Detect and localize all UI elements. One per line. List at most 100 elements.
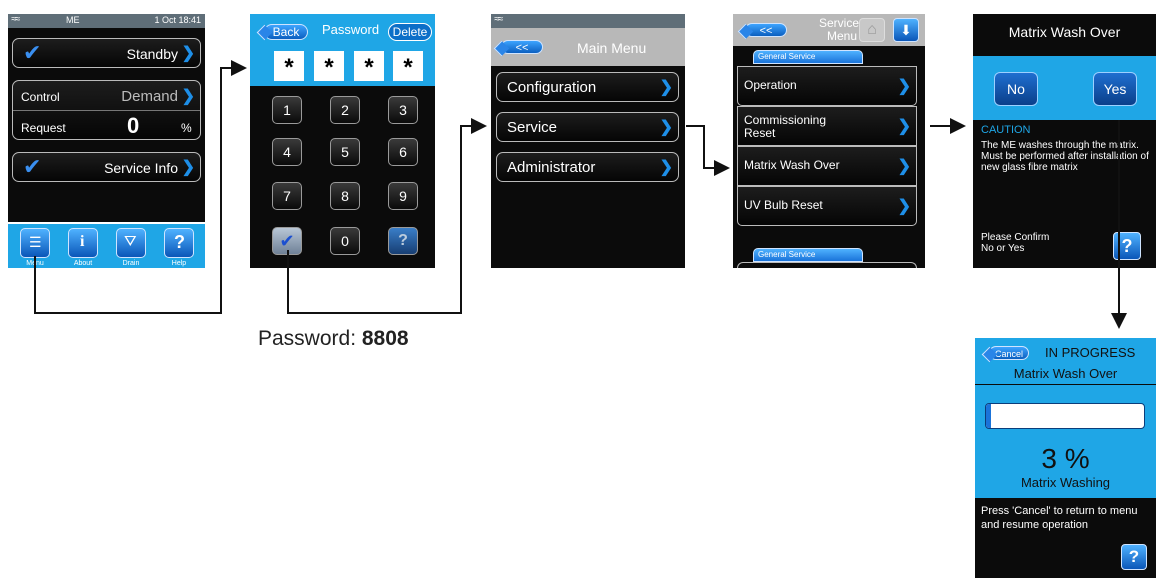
chevron-right-icon: ❯ <box>181 159 195 176</box>
menu-item-administrator[interactable]: Administrator ❯ <box>496 152 679 182</box>
checkmark-icon: ✔ <box>23 154 42 179</box>
confirm-title: Matrix Wash Over <box>1008 24 1121 40</box>
scroll-down-icon[interactable]: ⬇ <box>893 18 919 42</box>
progress-bar-fill <box>986 404 991 428</box>
progress-hint: Press 'Cancel' to return to menu and res… <box>981 505 1138 531</box>
home-body: ✔ Standby ❯ Control Demand ❯ Request 0 %… <box>8 28 205 222</box>
section-tab-general-service: General Service <box>753 50 863 64</box>
standby-label: Standby <box>126 46 178 62</box>
confirm-key[interactable]: ✔ <box>272 227 302 255</box>
control-request-panel: Control Demand ❯ Request 0 % <box>12 80 201 140</box>
key-7[interactable]: 7 <box>272 182 302 210</box>
menu-item-configuration[interactable]: Configuration ❯ <box>496 72 679 102</box>
delete-button[interactable]: Delete <box>388 23 432 41</box>
back-button[interactable]: << <box>501 40 543 54</box>
confirm-buttons-panel: No Yes <box>973 56 1156 120</box>
brand-logo-icon: ≈≈ <box>494 14 503 25</box>
main-menu-screen: ≈≈ << Main Menu Configuration ❯ Service … <box>491 14 685 268</box>
progress-title: Matrix Wash Over <box>1013 366 1118 381</box>
key-0[interactable]: 0 <box>330 227 360 255</box>
footer-label-menu: Menu <box>26 260 44 267</box>
password-caption-label: Password: <box>258 327 362 350</box>
home-icon[interactable]: ⌂ <box>859 18 885 42</box>
key-3[interactable]: 3 <box>388 96 418 124</box>
chevron-right-icon: ❯ <box>181 87 195 105</box>
caution-title: CAUTION <box>981 124 1031 136</box>
service-item-matrix-wash-over[interactable]: Matrix Wash Over ❯ <box>737 146 917 186</box>
service-title-line1: Service <box>819 16 860 30</box>
home-header: ≈≈ ME 1 Oct 18:41 <box>8 14 205 28</box>
menu-item-service[interactable]: Service ❯ <box>496 112 679 142</box>
keypad: 1 2 3 4 5 6 7 8 9 ✔ 0 ? <box>250 86 435 268</box>
footer-bar: ☰ i ⛛ ? Menu About Drain Help <box>8 222 205 268</box>
control-row[interactable]: Control Demand ❯ <box>13 81 200 111</box>
chevron-right-icon: ❯ <box>897 78 911 95</box>
footer-label-drain: Drain <box>122 260 140 267</box>
service-info-button[interactable]: ✔ Service Info ❯ <box>12 152 201 182</box>
confirm-prompt-line1: Please Confirm <box>981 232 1050 243</box>
service-item-commissioning-reset[interactable]: Commissioning Reset ❯ <box>737 106 917 146</box>
chevron-right-icon: ❯ <box>897 118 911 135</box>
info-icon[interactable]: i <box>68 228 98 258</box>
cancel-button[interactable]: Cancel <box>989 346 1029 360</box>
key-4[interactable]: 4 <box>272 138 302 166</box>
service-item-uv-bulb-reset[interactable]: UV Bulb Reset ❯ <box>737 186 917 226</box>
menu-header: << Main Menu <box>491 28 685 66</box>
checkmark-icon: ✔ <box>279 231 295 251</box>
password-caption: Password: 8808 <box>258 327 409 351</box>
request-unit: % <box>181 121 192 135</box>
service-info-label: Service Info <box>104 160 178 176</box>
password-title: Password <box>322 22 380 37</box>
drain-icon[interactable]: ⛛ <box>116 228 146 258</box>
control-label: Control <box>21 90 60 104</box>
service-title-line2: Menu <box>827 29 858 43</box>
chevron-right-icon: ❯ <box>897 198 911 215</box>
masked-digit: * <box>274 51 304 81</box>
chevron-right-icon: ❯ <box>659 119 673 136</box>
key-6[interactable]: 6 <box>388 138 418 166</box>
checkmark-icon: ✔ <box>23 40 42 65</box>
request-label: Request <box>21 121 66 135</box>
confirm-screen: Matrix Wash Over No Yes CAUTION The ME w… <box>973 14 1156 268</box>
masked-digit: * <box>314 51 344 81</box>
key-8[interactable]: 8 <box>330 182 360 210</box>
chevron-right-icon: ❯ <box>659 79 673 96</box>
service-item-operation[interactable]: Operation ❯ <box>737 66 917 106</box>
caution-text: The ME washes through the matrix. Must b… <box>981 140 1149 173</box>
password-header: Back Password Delete <box>250 14 435 46</box>
section-tab-general-service-2: General Service <box>753 248 863 262</box>
key-2[interactable]: 2 <box>330 96 360 124</box>
back-button[interactable]: Back <box>264 24 308 40</box>
standby-button[interactable]: ✔ Standby ❯ <box>12 38 201 68</box>
progress-status: IN PROGRESS <box>1045 345 1136 360</box>
control-value: Demand <box>121 88 178 105</box>
help-icon[interactable]: ? <box>164 228 194 258</box>
chevron-right-icon: ❯ <box>659 159 673 176</box>
help-icon[interactable]: ? <box>1113 232 1141 260</box>
password-screen: Back Password Delete * * * * 1 2 3 4 5 6… <box>250 14 435 268</box>
chevron-right-icon: ❯ <box>897 158 911 175</box>
progress-bar <box>985 403 1145 429</box>
service-menu-screen: << Service Menu ⌂ ⬇ General Service Oper… <box>733 14 925 268</box>
masked-digit: * <box>393 51 423 81</box>
key-5[interactable]: 5 <box>330 138 360 166</box>
brand-logo-icon: ≈≈ <box>11 14 20 25</box>
help-icon[interactable]: ? <box>1121 544 1147 570</box>
masked-input: * * * * <box>250 46 435 86</box>
help-icon[interactable]: ? <box>388 227 418 255</box>
back-button[interactable]: << <box>745 23 787 37</box>
chevron-right-icon: ❯ <box>181 45 195 62</box>
connector-mainmenu-to-service <box>686 125 730 176</box>
progress-activity: Matrix Washing <box>1020 475 1111 490</box>
menu-icon[interactable]: ☰ <box>20 228 50 258</box>
service-header: << Service Menu ⌂ ⬇ <box>733 14 925 46</box>
key-9[interactable]: 9 <box>388 182 418 210</box>
key-1[interactable]: 1 <box>272 96 302 124</box>
progress-panel: 3 % Matrix Washing <box>975 384 1156 498</box>
request-value: 0 <box>127 113 140 138</box>
no-button[interactable]: No <box>994 72 1038 106</box>
menu-top-strip: ≈≈ <box>491 14 685 28</box>
progress-header: Cancel IN PROGRESS Matrix Wash Over <box>975 338 1156 384</box>
menu-title: Main Menu <box>577 40 647 56</box>
yes-button[interactable]: Yes <box>1093 72 1137 106</box>
